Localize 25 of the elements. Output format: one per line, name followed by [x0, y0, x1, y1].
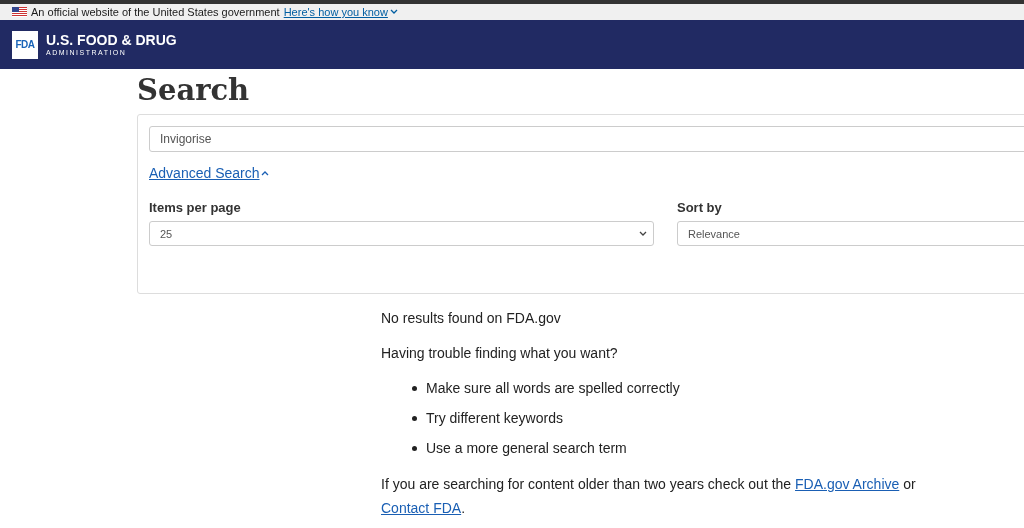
advanced-search-link[interactable]: Advanced Search — [149, 165, 269, 181]
bullet-icon — [412, 445, 417, 451]
archive-note: If you are searching for content older than two years check out the FDA.gov Archive or Contact FDA. — [381, 475, 917, 518]
official-notice: An official website of the United States government — [31, 6, 280, 18]
tip-text: Use a more general search term — [426, 440, 627, 456]
tip-text: Try different keywords — [426, 410, 563, 426]
chevron-down-icon — [389, 9, 398, 15]
flag-icon — [12, 7, 27, 17]
chevron-up-icon — [260, 170, 269, 176]
archive-link[interactable]: FDA.gov Archive — [795, 476, 900, 492]
bullet-icon — [412, 415, 417, 421]
help-heading: Having trouble finding what you want? — [381, 345, 619, 361]
fda-logo[interactable]: FDA — [12, 30, 38, 59]
tip-text: Make sure all words are spelled correctly — [426, 380, 680, 396]
dropdown[interactable]: 25 — [149, 221, 654, 246]
bullet-icon — [412, 385, 417, 391]
dropdown[interactable]: Relevance — [677, 221, 1024, 246]
chevron-down-icon — [639, 230, 647, 237]
how-you-know-link[interactable]: Here's how you know — [283, 6, 398, 18]
field-label: Items per page — [149, 200, 242, 215]
field-label: Sort by — [677, 200, 723, 215]
no-results-message: No results found on FDA.gov — [381, 310, 562, 326]
page-title: Search — [136, 72, 251, 109]
search-field[interactable]: Invigorise — [149, 126, 1024, 152]
agency-name: U.S. FOOD & DRUG — [46, 31, 177, 48]
